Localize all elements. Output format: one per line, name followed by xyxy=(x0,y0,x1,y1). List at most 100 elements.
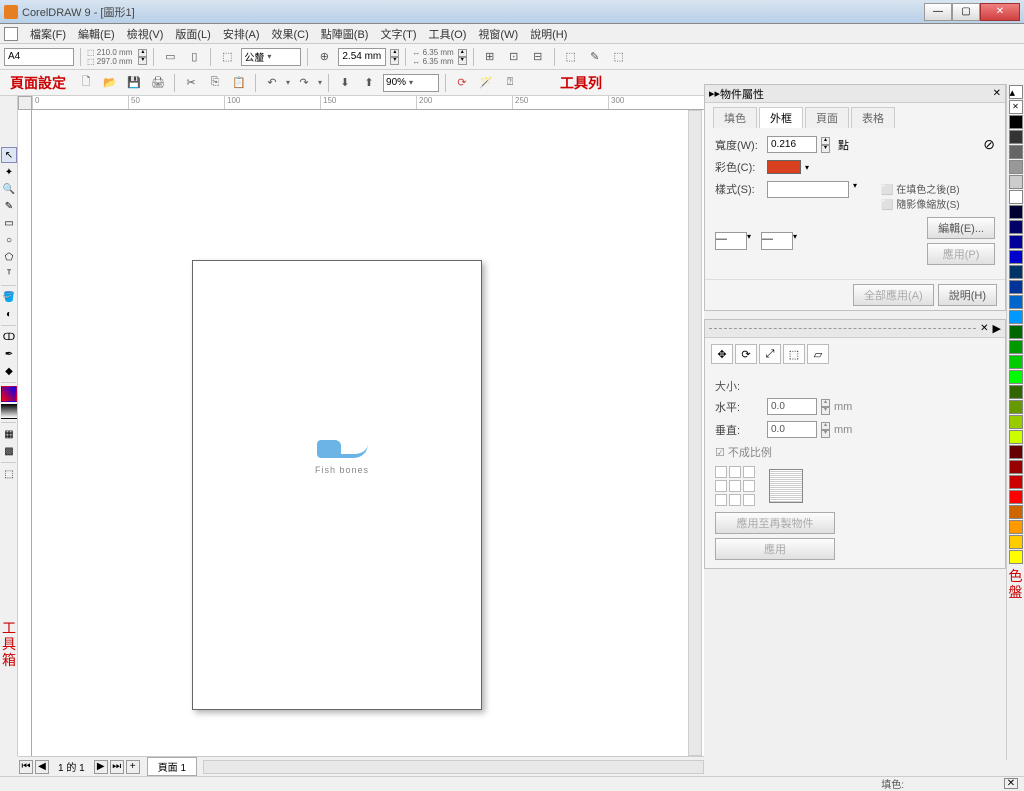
add-page-button[interactable]: + xyxy=(126,760,140,774)
wizard-button[interactable]: 🪄 xyxy=(476,73,496,93)
anchor-grid[interactable] xyxy=(715,466,755,506)
h-input[interactable] xyxy=(767,398,817,415)
menu-bitmap[interactable]: 點陣圖(B) xyxy=(315,24,375,44)
skew-mode[interactable]: ▱ xyxy=(807,344,829,364)
copy-button[interactable]: ⎘ xyxy=(205,73,225,93)
cut-button[interactable]: ✂ xyxy=(181,73,201,93)
palette-swatch[interactable] xyxy=(1009,250,1023,264)
landscape-button[interactable]: ▯ xyxy=(184,47,204,67)
outline-tool[interactable]: ✒ xyxy=(1,346,17,362)
palette-swatch[interactable] xyxy=(1009,160,1023,174)
portrait-button[interactable]: ▭ xyxy=(160,47,180,67)
scale-mode[interactable]: ⤢ xyxy=(759,344,781,364)
position-mode[interactable]: ✥ xyxy=(711,344,733,364)
palette-scroll-up[interactable]: ▴ xyxy=(1009,85,1023,99)
snap-button[interactable]: ⊡ xyxy=(504,47,524,67)
transform-expand-icon[interactable]: ▶ xyxy=(993,322,1001,335)
minimize-button[interactable]: — xyxy=(924,3,952,21)
texture-tool[interactable]: ▩ xyxy=(1,443,17,459)
ruler-vertical[interactable] xyxy=(18,110,32,756)
transform-apply-button[interactable]: 應用 xyxy=(715,538,835,560)
palette-swatch[interactable] xyxy=(1009,205,1023,219)
text-tool[interactable]: ᵀ xyxy=(1,266,17,282)
polygon-tool[interactable]: ⬠ xyxy=(1,249,17,265)
fill-tool[interactable]: ◆ xyxy=(1,363,17,379)
undo-button[interactable]: ↶ xyxy=(262,73,282,93)
palette-swatch[interactable] xyxy=(1009,130,1023,144)
palette-swatch[interactable] xyxy=(1009,400,1023,414)
v-spinner[interactable]: ▴▾ xyxy=(821,422,830,438)
edit-button[interactable]: 編輯(E)... xyxy=(927,217,995,239)
units-combo[interactable]: 公釐 xyxy=(241,48,301,66)
pattern-tool[interactable]: ▦ xyxy=(1,426,17,442)
snap-spinner[interactable]: ▴▾ xyxy=(458,49,467,65)
palette-swatch[interactable] xyxy=(1009,235,1023,249)
size-spinner[interactable]: ▴▾ xyxy=(138,49,147,65)
no-outline-icon[interactable]: ⊘ xyxy=(983,136,995,153)
zoom-tool[interactable]: 🔍 xyxy=(1,181,17,197)
apply-button[interactable]: 應用(P) xyxy=(927,243,995,265)
end-arrow-combo[interactable]: — xyxy=(761,232,793,250)
palette-swatch[interactable] xyxy=(1009,265,1023,279)
first-page-button[interactable]: ⏮ xyxy=(19,760,33,774)
palette-swatch[interactable] xyxy=(1009,475,1023,489)
prev-page-button[interactable]: ◀ xyxy=(35,760,49,774)
maximize-button[interactable]: ▢ xyxy=(952,3,980,21)
apply-duplicate-button[interactable]: 應用至再製物件 xyxy=(715,512,835,534)
format-button[interactable]: ⬚ xyxy=(217,47,237,67)
extra-tool[interactable]: ⬚ xyxy=(1,466,17,482)
palette-swatch[interactable] xyxy=(1009,535,1023,549)
v-input[interactable] xyxy=(767,421,817,438)
ellipse-tool[interactable]: ○ xyxy=(1,232,17,248)
next-page-button[interactable]: ▶ xyxy=(94,760,108,774)
nudge-spinner[interactable]: ▴▾ xyxy=(390,49,399,65)
rectangle-tool[interactable]: ▭ xyxy=(1,215,17,231)
palette-swatch[interactable] xyxy=(1009,430,1023,444)
save-button[interactable]: 💾 xyxy=(124,73,144,93)
palette-swatch[interactable] xyxy=(1009,445,1023,459)
palette-swatch[interactable] xyxy=(1009,220,1023,234)
pick-tool[interactable]: ↖ xyxy=(1,147,17,163)
palette-swatch[interactable] xyxy=(1009,175,1023,189)
document-icon[interactable] xyxy=(4,27,18,41)
interactive-fill-tool[interactable]: 🪣 xyxy=(1,289,17,305)
zoom-combo[interactable]: 90% xyxy=(383,74,439,92)
color-swatch-2[interactable] xyxy=(1,403,17,419)
help-cursor-button[interactable]: ⍰ xyxy=(500,73,520,93)
tab-fill[interactable]: 填色 xyxy=(713,107,757,128)
outline-style-combo[interactable] xyxy=(767,181,849,198)
paste-button[interactable]: 📋 xyxy=(229,73,249,93)
misc2-button[interactable]: ✎ xyxy=(585,47,605,67)
freehand-tool[interactable]: ✎ xyxy=(1,198,17,214)
start-arrow-combo[interactable]: — xyxy=(715,232,747,250)
palette-swatch[interactable] xyxy=(1009,325,1023,339)
width-spinner[interactable]: ▴▾ xyxy=(821,137,830,153)
color-swatch-1[interactable] xyxy=(1,386,17,402)
page-size-combo[interactable] xyxy=(4,48,74,66)
transform-close-icon[interactable]: ✕ xyxy=(980,323,988,334)
menu-arrange[interactable]: 安排(A) xyxy=(217,24,266,44)
print-button[interactable]: 🖨 xyxy=(148,73,168,93)
guidelines-button[interactable]: ⊟ xyxy=(528,47,548,67)
proportional-checkbox[interactable]: ☑ 不成比例 xyxy=(715,444,772,460)
redo-button[interactable]: ↷ xyxy=(294,73,314,93)
palette-swatch[interactable] xyxy=(1009,370,1023,384)
menu-help[interactable]: 說明(H) xyxy=(524,24,573,44)
menu-window[interactable]: 視窗(W) xyxy=(472,24,524,44)
palette-swatch[interactable]: ✕ xyxy=(1009,100,1023,114)
palette-swatch[interactable] xyxy=(1009,145,1023,159)
interactive-trans-tool[interactable]: ◐ xyxy=(1,306,17,322)
menu-view[interactable]: 檢視(V) xyxy=(121,24,170,44)
palette-swatch[interactable] xyxy=(1009,520,1023,534)
ruler-horizontal[interactable]: 050100 150200250300 xyxy=(32,96,704,110)
palette-swatch[interactable] xyxy=(1009,280,1023,294)
export-button[interactable]: ⬆ xyxy=(359,73,379,93)
tab-outline[interactable]: 外框 xyxy=(759,107,803,128)
last-page-button[interactable]: ⏭ xyxy=(110,760,124,774)
palette-swatch[interactable] xyxy=(1009,490,1023,504)
menu-tools[interactable]: 工具(O) xyxy=(423,24,473,44)
page-tab[interactable]: 頁面 1 xyxy=(147,757,197,776)
h-spinner[interactable]: ▴▾ xyxy=(821,399,830,415)
eyedropper-tool[interactable]: ↀ xyxy=(1,329,17,345)
shape-tool[interactable]: ✦ xyxy=(1,164,17,180)
